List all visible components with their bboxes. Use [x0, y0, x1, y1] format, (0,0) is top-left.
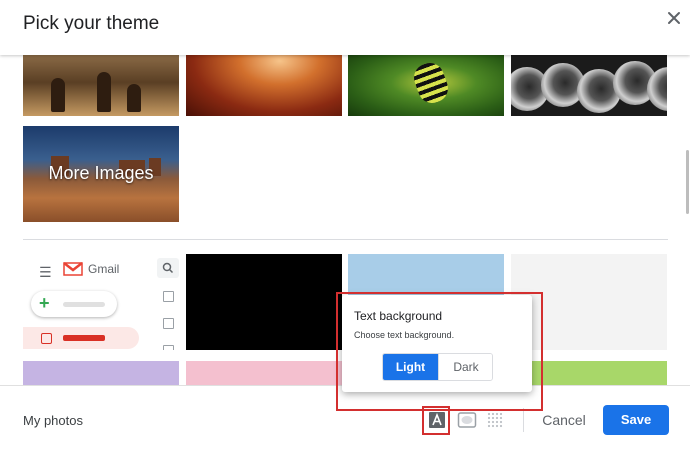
gmail-logo-icon: [63, 262, 83, 276]
placeholder-bar: [63, 335, 105, 341]
checkbox-icon: [163, 291, 174, 302]
text-background-popup: Text background Choose text background. …: [342, 295, 532, 392]
scrollbar[interactable]: [686, 150, 689, 214]
caterpillar-shape: [410, 59, 452, 107]
theme-default-preview[interactable]: ☰ Gmail +: [23, 254, 179, 350]
menu-icon: ☰: [39, 264, 52, 280]
section-divider: [23, 239, 668, 240]
checkbox-icon: [163, 345, 174, 350]
cancel-button[interactable]: Cancel: [536, 405, 592, 435]
theme-black[interactable]: [186, 254, 342, 350]
theme-chess[interactable]: [23, 55, 179, 116]
my-photos-link[interactable]: My photos: [23, 413, 83, 428]
dialog-footer: My photos Cancel Save: [0, 385, 690, 452]
more-images-tile[interactable]: More Images: [23, 126, 179, 222]
close-icon[interactable]: [664, 8, 684, 28]
text-background-toggle: Light Dark: [382, 353, 493, 381]
popup-subtitle: Choose text background.: [354, 330, 455, 340]
vignette-icon[interactable]: [457, 411, 477, 429]
chess-piece: [51, 78, 65, 112]
placeholder-bar: [63, 302, 105, 307]
checkbox-icon: [163, 318, 174, 329]
text-background-icon[interactable]: [427, 411, 447, 429]
dialog-header: Pick your theme: [0, 0, 690, 55]
theme-pink[interactable]: [186, 361, 342, 386]
inbox-item-preview: [23, 327, 139, 349]
dark-option-button[interactable]: Dark: [438, 354, 492, 380]
theme-lime[interactable]: [511, 361, 667, 386]
light-option-button[interactable]: Light: [383, 354, 438, 380]
more-images-label: More Images: [48, 163, 154, 183]
inbox-icon: [41, 333, 52, 344]
gmail-label: Gmail: [88, 262, 120, 276]
chess-piece: [97, 72, 111, 112]
plus-icon: +: [39, 293, 50, 313]
theme-lavender[interactable]: [23, 361, 179, 386]
theme-canyon[interactable]: [186, 55, 342, 116]
search-icon: [162, 262, 174, 274]
theme-caterpillar[interactable]: [348, 55, 504, 116]
compose-button-preview: +: [31, 291, 117, 317]
blur-icon[interactable]: [485, 411, 505, 429]
theme-dialog: Pick your theme More Images ☰ Gmail + My…: [0, 0, 690, 452]
search-icon-box: [157, 258, 179, 278]
footer-divider: [523, 408, 524, 432]
dialog-title: Pick your theme: [23, 13, 160, 34]
theme-light-gray[interactable]: [511, 254, 667, 350]
popup-title: Text background: [354, 309, 443, 323]
save-button[interactable]: Save: [603, 405, 669, 435]
chess-piece: [127, 84, 141, 112]
theme-pipes[interactable]: [511, 55, 667, 116]
